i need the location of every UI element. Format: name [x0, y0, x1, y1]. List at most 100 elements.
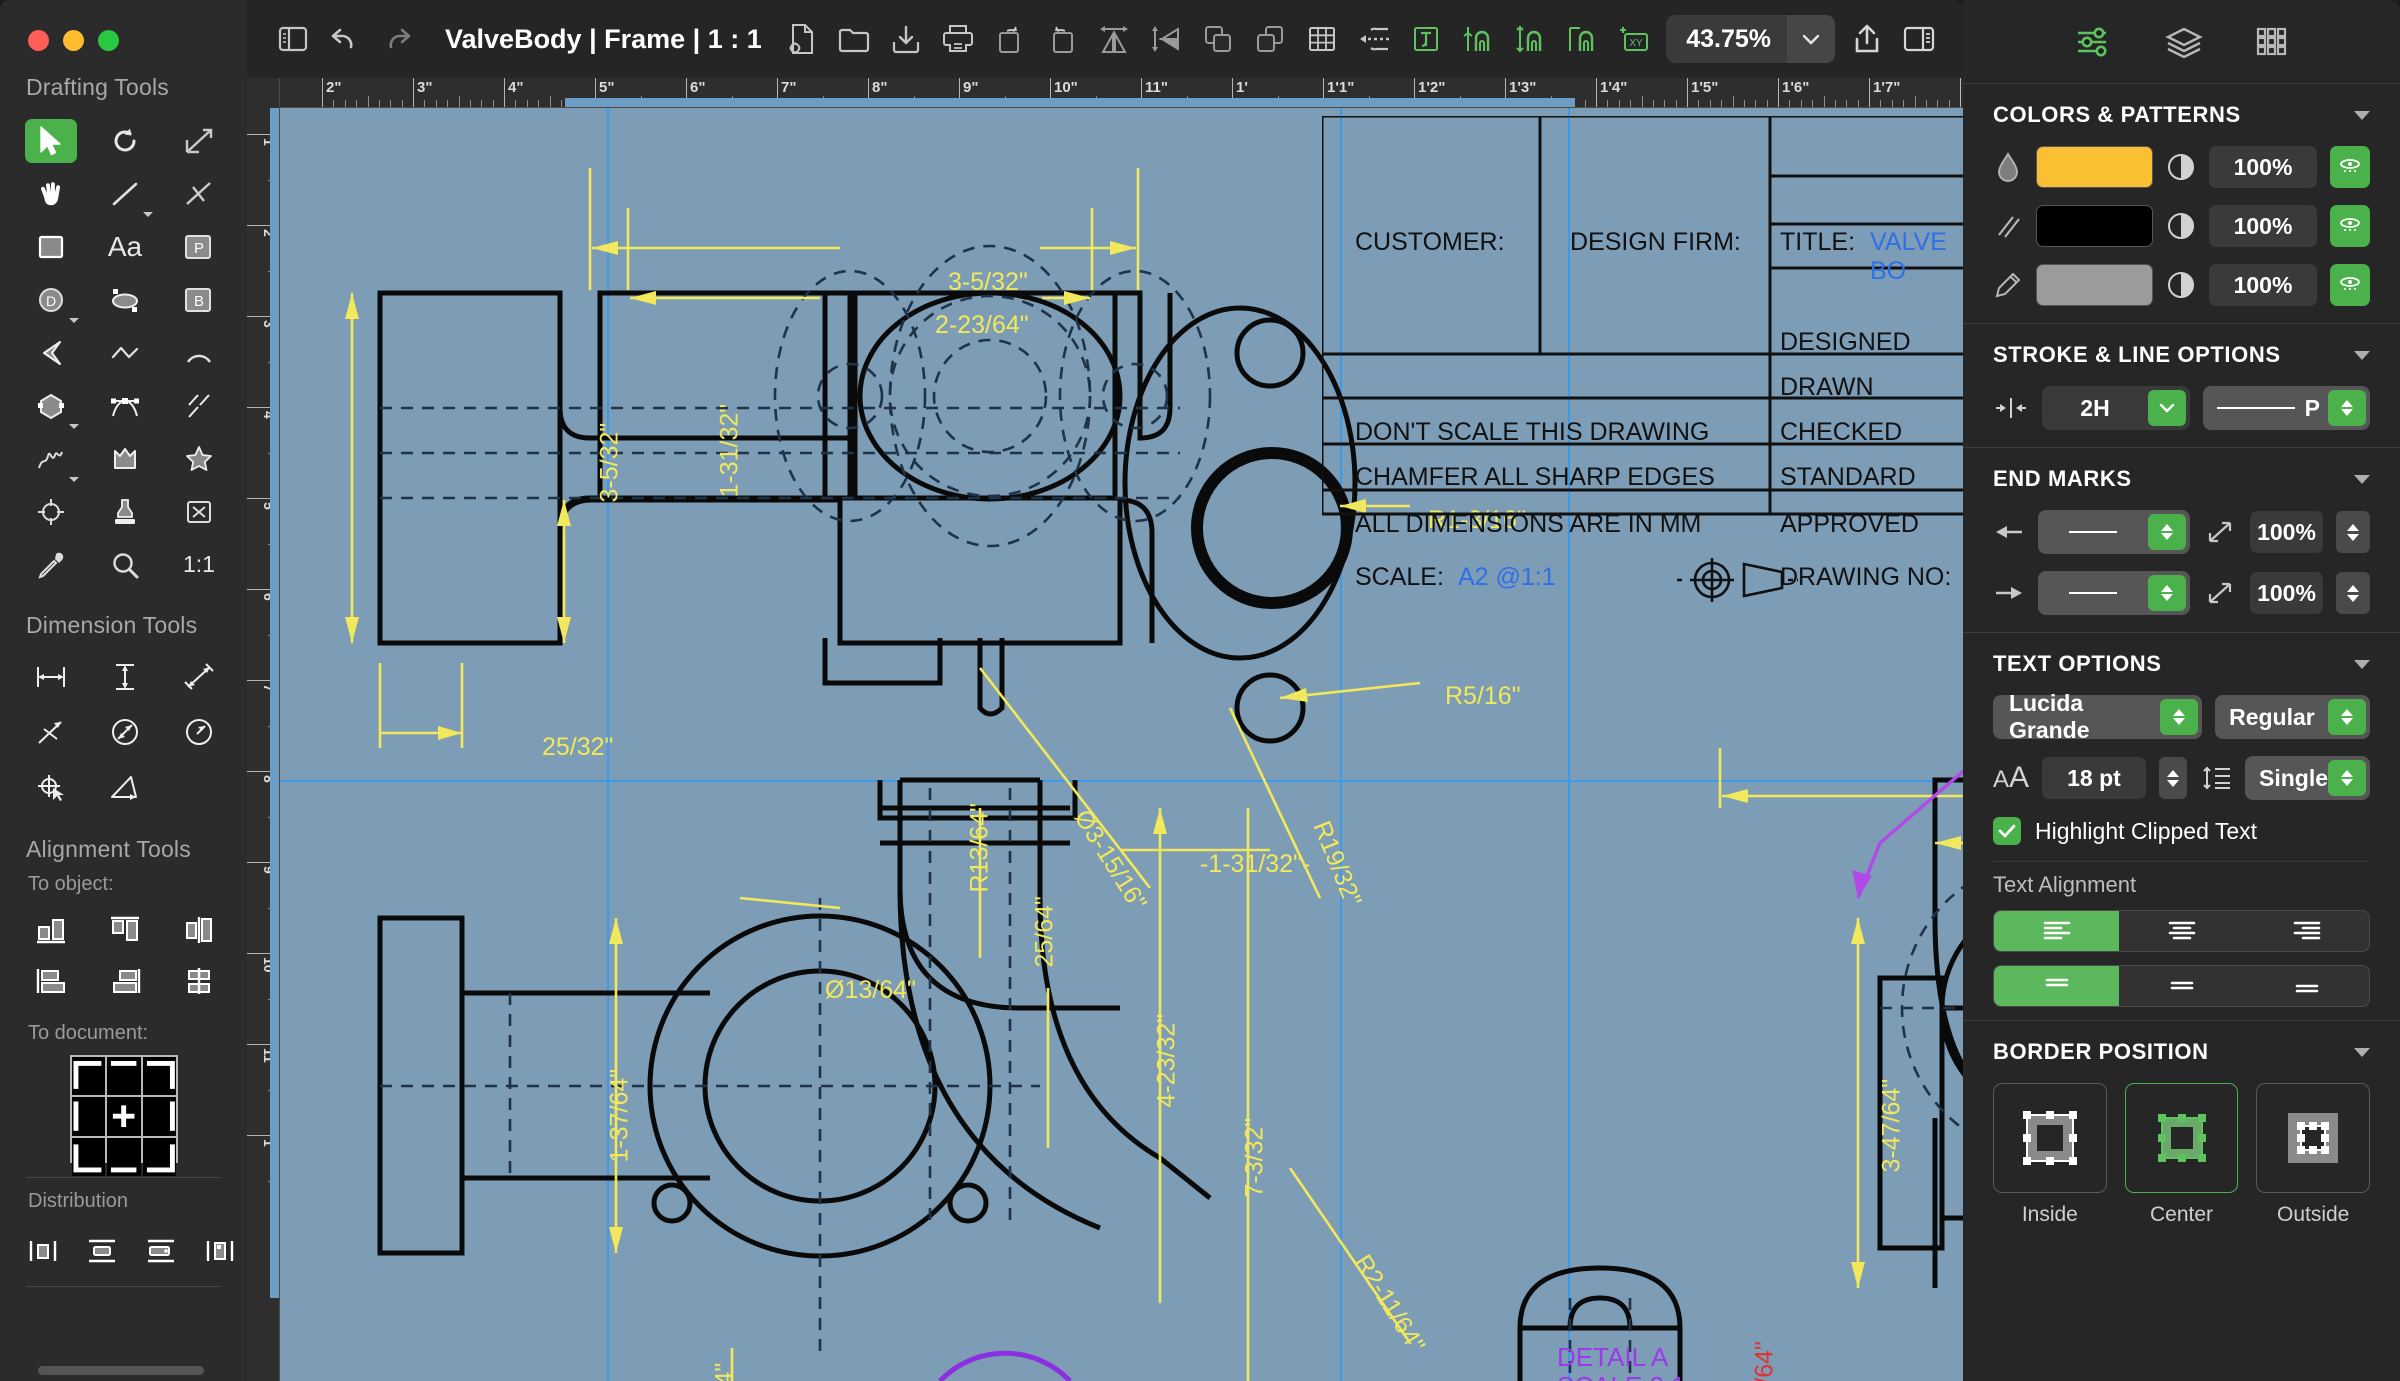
dimension-label[interactable]: 4-23/32"	[1153, 1014, 1182, 1108]
dimension-label[interactable]: 25/64"	[1031, 896, 1060, 967]
border-position-center-box[interactable]	[2125, 1083, 2239, 1193]
select-tool[interactable]	[14, 115, 88, 166]
chevron-down-icon[interactable]	[2354, 475, 2370, 484]
align-text-right-button[interactable]	[2244, 911, 2369, 951]
stroke-line-header[interactable]: STROKE & LINE OPTIONS	[1993, 324, 2370, 386]
pencil-color-swatch[interactable]	[2036, 264, 2153, 306]
eyedropper-tool[interactable]	[14, 539, 88, 590]
close-button[interactable]	[28, 30, 49, 51]
aligned-dimension[interactable]	[162, 651, 236, 702]
radius-dimension[interactable]	[162, 706, 236, 757]
align-text-top-button[interactable]	[1994, 966, 2119, 1006]
font-size-value[interactable]: 18 pt	[2042, 757, 2146, 799]
chevron-down-icon[interactable]	[2354, 351, 2370, 360]
doc-align-cell-bc[interactable]	[107, 1138, 140, 1176]
rotate-left-icon[interactable]	[984, 13, 1036, 65]
font-style-dropdown[interactable]: Regular	[2215, 695, 2370, 739]
polygon-tool[interactable]	[14, 380, 88, 431]
freehand-tool[interactable]	[14, 433, 88, 484]
rectangle-tool[interactable]	[14, 221, 88, 272]
line-spacing-dropdown[interactable]: Single	[2245, 756, 2370, 800]
start-mark-scale-stepper[interactable]	[2336, 511, 2370, 553]
border-position-inside-box[interactable]	[1993, 1083, 2107, 1193]
distribute-horizontal-right-button[interactable]	[192, 1225, 247, 1276]
vertical-ruler[interactable]: 1"2"3"4"5"6"7"8"9"10"11"1'	[247, 78, 280, 1381]
save-download-icon[interactable]	[880, 13, 932, 65]
stroke-opacity-value[interactable]: 100%	[2209, 205, 2317, 247]
sidebar-scrollbar[interactable]	[38, 1366, 204, 1375]
zoom-dropdown-button[interactable]	[1787, 15, 1835, 63]
arc-by-diameter-tool[interactable]: D	[14, 274, 88, 325]
align-right-button[interactable]	[88, 955, 162, 1006]
line-spacing-stepper[interactable]	[2328, 760, 2366, 796]
text-options-header[interactable]: TEXT OPTIONS	[1993, 633, 2370, 695]
diameter-dimension[interactable]	[88, 706, 162, 757]
fill-drop-icon[interactable]	[1993, 152, 2023, 182]
stroke-lines-icon[interactable]	[1993, 213, 2023, 239]
border-position-outside[interactable]: Outside	[2256, 1083, 2370, 1227]
doc-align-cell-center[interactable]	[107, 1097, 140, 1135]
tab-layers[interactable]	[2165, 26, 2203, 58]
start-mark-dropdown[interactable]	[2038, 510, 2190, 554]
snap-to-guides-icon[interactable]	[1348, 13, 1400, 65]
dimension-label[interactable]: R5/16"	[1445, 682, 1521, 711]
align-top-button[interactable]	[88, 904, 162, 955]
start-mark-stepper[interactable]	[2148, 514, 2186, 550]
annotation-label[interactable]: 25/64"	[1751, 1341, 1780, 1381]
border-position-center[interactable]: Center	[2125, 1083, 2239, 1227]
dimension-label[interactable]: 25/32"	[542, 733, 613, 762]
ellipse-tool[interactable]	[88, 274, 162, 325]
align-bottom-button[interactable]	[14, 904, 88, 955]
chevron-down-icon[interactable]	[2354, 660, 2370, 669]
ruler-selection-horizontal[interactable]	[565, 98, 1575, 107]
inspector-toggle-icon[interactable]	[1893, 13, 1945, 65]
text-tool[interactable]: Aa	[88, 221, 162, 272]
pencil-opacity-value[interactable]: 100%	[2209, 264, 2317, 306]
flip-vertical-icon[interactable]	[1140, 13, 1192, 65]
dimension-label[interactable]: 1-37/64"	[606, 1069, 635, 1163]
dimension-label[interactable]: 3-5/32"	[596, 423, 625, 503]
linear-horizontal-dimension[interactable]	[14, 651, 88, 702]
xy-coords-icon[interactable]: XY	[1608, 13, 1660, 65]
end-mark-dropdown[interactable]	[2038, 571, 2190, 615]
folder-open-icon[interactable]	[828, 13, 880, 65]
dim-height-icon[interactable]	[1504, 13, 1556, 65]
font-family-stepper[interactable]	[2160, 699, 2198, 735]
grid-icon[interactable]	[1296, 13, 1348, 65]
rotate-right-icon[interactable]	[1036, 13, 1088, 65]
pen-weight-caret[interactable]	[2148, 390, 2186, 426]
pentagon-tool[interactable]	[88, 433, 162, 484]
smart-dimension-tool[interactable]	[162, 115, 236, 166]
zoom-control[interactable]: 43.75%	[1666, 15, 1835, 63]
align-center-horizontal-button[interactable]	[162, 904, 236, 955]
stamp-tool[interactable]	[88, 486, 162, 537]
border-position-header[interactable]: BORDER POSITION	[1993, 1021, 2370, 1083]
doc-align-cell-tr[interactable]	[143, 1057, 176, 1095]
line-tool[interactable]	[88, 168, 162, 219]
chevron-down-icon[interactable]	[2354, 111, 2370, 120]
border-position-inside[interactable]: Inside	[1993, 1083, 2107, 1227]
minimize-button[interactable]	[63, 30, 84, 51]
dimension-label[interactable]: 1-31/32"	[716, 404, 745, 498]
align-text-left-button[interactable]	[1994, 911, 2119, 951]
chamfer-tool[interactable]	[14, 327, 88, 378]
horizontal-ruler[interactable]: 2"3"4"5"6"7"8"9"10"11"1'1'1"1'2"1'3"1'4"…	[280, 78, 1963, 108]
perpendicular-line-tool[interactable]	[162, 168, 236, 219]
maximize-button[interactable]	[98, 30, 119, 51]
bring-forward-icon[interactable]	[1192, 13, 1244, 65]
align-left-button[interactable]	[14, 955, 88, 1006]
rotate-tool[interactable]	[88, 115, 162, 166]
distribute-vertical-center-button[interactable]	[75, 1225, 130, 1276]
dimension-label[interactable]: 3-47/64"	[1878, 1079, 1907, 1173]
border-position-outside-box[interactable]	[2256, 1083, 2370, 1193]
center-mark-dimension[interactable]	[14, 761, 88, 812]
chevron-down-icon[interactable]	[143, 212, 153, 217]
distribute-vertical-gap-button[interactable]	[134, 1225, 189, 1276]
angular-dimension[interactable]	[88, 761, 162, 812]
chevron-down-icon[interactable]	[69, 477, 79, 482]
doc-align-cell-tc[interactable]	[107, 1057, 140, 1095]
align-middle-vertical-button[interactable]	[162, 955, 236, 1006]
pan-tool[interactable]	[14, 168, 88, 219]
font-family-dropdown[interactable]: Lucida Grande	[1993, 695, 2202, 739]
undo-icon[interactable]	[319, 13, 371, 65]
